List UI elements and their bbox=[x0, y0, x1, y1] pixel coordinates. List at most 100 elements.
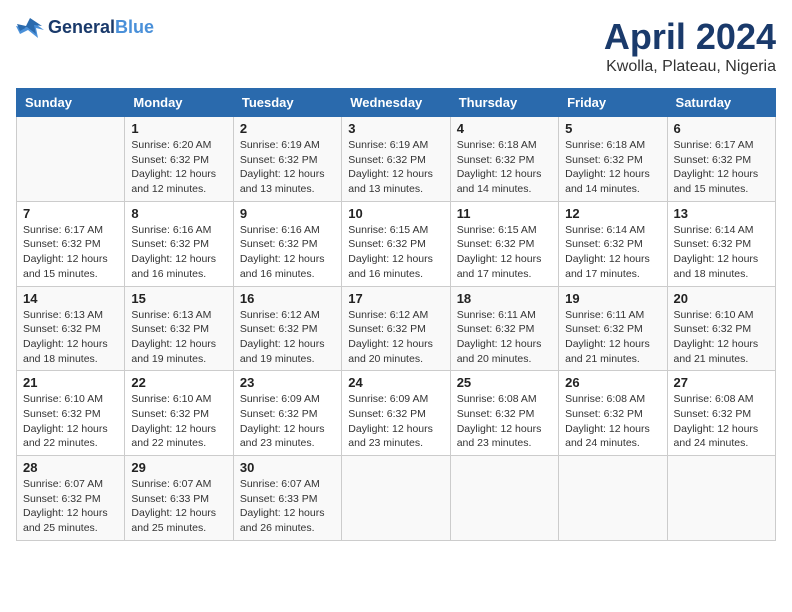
days-of-week-row: SundayMondayTuesdayWednesdayThursdayFrid… bbox=[17, 89, 776, 117]
day-of-week-header: Tuesday bbox=[233, 89, 341, 117]
day-info: Sunrise: 6:08 AM Sunset: 6:32 PM Dayligh… bbox=[565, 392, 660, 451]
day-of-week-header: Monday bbox=[125, 89, 233, 117]
day-number: 12 bbox=[565, 206, 660, 221]
day-number: 26 bbox=[565, 375, 660, 390]
location-title: Kwolla, Plateau, Nigeria bbox=[604, 58, 776, 76]
month-title: April 2024 bbox=[604, 16, 776, 58]
calendar-cell: 17Sunrise: 6:12 AM Sunset: 6:32 PM Dayli… bbox=[342, 286, 450, 371]
calendar-table: SundayMondayTuesdayWednesdayThursdayFrid… bbox=[16, 88, 776, 541]
calendar-cell: 10 Sunrise: 6:15 AM Sunset: 6:32 PM Dayli… bbox=[342, 201, 450, 286]
day-number: 7 bbox=[23, 206, 118, 221]
day-number: 30 bbox=[240, 460, 335, 475]
title-block: April 2024 Kwolla, Plateau, Nigeria bbox=[604, 16, 776, 76]
day-number: 28 bbox=[23, 460, 118, 475]
calendar-cell: 20 Sunrise: 6:10 AM Sunset: 6:32 PM Dayli… bbox=[667, 286, 775, 371]
calendar-cell: 14 Sunrise: 6:13 AM Sunset: 6:32 PM Dayli… bbox=[17, 286, 125, 371]
calendar-week-row: 28 Sunrise: 6:07 AM Sunset: 6:32 PM Dayli… bbox=[17, 456, 776, 541]
day-number: 6 bbox=[674, 121, 769, 136]
day-number: 25 bbox=[457, 375, 552, 390]
day-info: Sunrise: 6:18 AM Sunset: 6:32 PM Dayligh… bbox=[457, 138, 552, 197]
logo: GeneralBlue bbox=[16, 16, 154, 40]
calendar-cell: 28 Sunrise: 6:07 AM Sunset: 6:32 PM Dayli… bbox=[17, 456, 125, 541]
calendar-cell: 30 Sunrise: 6:07 AM Sunset: 6:33 PM Dayli… bbox=[233, 456, 341, 541]
calendar-cell bbox=[559, 456, 667, 541]
day-number: 9 bbox=[240, 206, 335, 221]
day-of-week-header: Saturday bbox=[667, 89, 775, 117]
day-info: Sunrise: 6:13 AM Sunset: 6:32 PM Dayligh… bbox=[23, 308, 118, 367]
calendar-cell: 9 Sunrise: 6:16 AM Sunset: 6:32 PM Daylig… bbox=[233, 201, 341, 286]
calendar-cell: 23 Sunrise: 6:09 AM Sunset: 6:32 PM Dayli… bbox=[233, 371, 341, 456]
day-number: 17 bbox=[348, 291, 443, 306]
day-info: Sunrise: 6:12 AM Sunset: 6:32 PM Dayligh… bbox=[240, 308, 335, 367]
day-number: 4 bbox=[457, 121, 552, 136]
calendar-cell: 2Sunrise: 6:19 AM Sunset: 6:32 PM Daylig… bbox=[233, 117, 341, 202]
day-number: 20 bbox=[674, 291, 769, 306]
day-number: 14 bbox=[23, 291, 118, 306]
day-info: Sunrise: 6:11 AM Sunset: 6:32 PM Dayligh… bbox=[565, 308, 660, 367]
day-number: 22 bbox=[131, 375, 226, 390]
day-of-week-header: Thursday bbox=[450, 89, 558, 117]
day-of-week-header: Friday bbox=[559, 89, 667, 117]
calendar-week-row: 1 Sunrise: 6:20 AM Sunset: 6:32 PM Daylig… bbox=[17, 117, 776, 202]
page-header: GeneralBlue April 2024 Kwolla, Plateau, … bbox=[16, 16, 776, 76]
calendar-cell: 26 Sunrise: 6:08 AM Sunset: 6:32 PM Dayli… bbox=[559, 371, 667, 456]
day-info: Sunrise: 6:09 AM Sunset: 6:32 PM Dayligh… bbox=[240, 392, 335, 451]
day-number: 27 bbox=[674, 375, 769, 390]
calendar-cell: 15Sunrise: 6:13 AM Sunset: 6:32 PM Dayli… bbox=[125, 286, 233, 371]
calendar-cell bbox=[450, 456, 558, 541]
calendar-cell: 19 Sunrise: 6:11 AM Sunset: 6:32 PM Dayli… bbox=[559, 286, 667, 371]
day-info: Sunrise: 6:16 AM Sunset: 6:32 PM Dayligh… bbox=[131, 223, 226, 282]
day-info: Sunrise: 6:17 AM Sunset: 6:32 PM Dayligh… bbox=[23, 223, 118, 282]
day-info: Sunrise: 6:09 AM Sunset: 6:32 PM Dayligh… bbox=[348, 392, 443, 451]
day-info: Sunrise: 6:18 AM Sunset: 6:32 PM Dayligh… bbox=[565, 138, 660, 197]
day-info: Sunrise: 6:19 AM Sunset: 6:32 PM Dayligh… bbox=[240, 138, 335, 197]
logo-text: GeneralBlue bbox=[48, 18, 154, 38]
calendar-cell: 5 Sunrise: 6:18 AM Sunset: 6:32 PM Daylig… bbox=[559, 117, 667, 202]
day-info: Sunrise: 6:10 AM Sunset: 6:32 PM Dayligh… bbox=[131, 392, 226, 451]
day-of-week-header: Sunday bbox=[17, 89, 125, 117]
calendar-cell: 22 Sunrise: 6:10 AM Sunset: 6:32 PM Dayli… bbox=[125, 371, 233, 456]
day-info: Sunrise: 6:13 AM Sunset: 6:32 PM Dayligh… bbox=[131, 308, 226, 367]
day-number: 8 bbox=[131, 206, 226, 221]
day-number: 24 bbox=[348, 375, 443, 390]
calendar-week-row: 7 Sunrise: 6:17 AM Sunset: 6:32 PM Daylig… bbox=[17, 201, 776, 286]
calendar-cell: 24 Sunrise: 6:09 AM Sunset: 6:32 PM Dayli… bbox=[342, 371, 450, 456]
calendar-body: 1 Sunrise: 6:20 AM Sunset: 6:32 PM Daylig… bbox=[17, 117, 776, 541]
calendar-cell: 3Sunrise: 6:19 AM Sunset: 6:32 PM Daylig… bbox=[342, 117, 450, 202]
day-info: Sunrise: 6:15 AM Sunset: 6:32 PM Dayligh… bbox=[457, 223, 552, 282]
calendar-cell: 4 Sunrise: 6:18 AM Sunset: 6:32 PM Daylig… bbox=[450, 117, 558, 202]
day-info: Sunrise: 6:20 AM Sunset: 6:32 PM Dayligh… bbox=[131, 138, 226, 197]
calendar-cell: 7 Sunrise: 6:17 AM Sunset: 6:32 PM Daylig… bbox=[17, 201, 125, 286]
day-info: Sunrise: 6:16 AM Sunset: 6:32 PM Dayligh… bbox=[240, 223, 335, 282]
calendar-cell: 1 Sunrise: 6:20 AM Sunset: 6:32 PM Daylig… bbox=[125, 117, 233, 202]
calendar-cell bbox=[342, 456, 450, 541]
calendar-cell: 11Sunrise: 6:15 AM Sunset: 6:32 PM Dayli… bbox=[450, 201, 558, 286]
day-number: 18 bbox=[457, 291, 552, 306]
calendar-cell: 8 Sunrise: 6:16 AM Sunset: 6:32 PM Daylig… bbox=[125, 201, 233, 286]
calendar-cell: 16 Sunrise: 6:12 AM Sunset: 6:32 PM Dayli… bbox=[233, 286, 341, 371]
logo-icon bbox=[16, 16, 44, 40]
calendar-cell: 25Sunrise: 6:08 AM Sunset: 6:32 PM Dayli… bbox=[450, 371, 558, 456]
day-info: Sunrise: 6:19 AM Sunset: 6:32 PM Dayligh… bbox=[348, 138, 443, 197]
day-number: 10 bbox=[348, 206, 443, 221]
calendar-cell: 12Sunrise: 6:14 AM Sunset: 6:32 PM Dayli… bbox=[559, 201, 667, 286]
day-info: Sunrise: 6:07 AM Sunset: 6:33 PM Dayligh… bbox=[240, 477, 335, 536]
calendar-cell: 18 Sunrise: 6:11 AM Sunset: 6:32 PM Dayli… bbox=[450, 286, 558, 371]
day-info: Sunrise: 6:15 AM Sunset: 6:32 PM Dayligh… bbox=[348, 223, 443, 282]
day-number: 21 bbox=[23, 375, 118, 390]
logo-line1: GeneralBlue bbox=[48, 18, 154, 38]
day-number: 13 bbox=[674, 206, 769, 221]
day-of-week-header: Wednesday bbox=[342, 89, 450, 117]
day-number: 19 bbox=[565, 291, 660, 306]
day-number: 16 bbox=[240, 291, 335, 306]
day-info: Sunrise: 6:17 AM Sunset: 6:32 PM Dayligh… bbox=[674, 138, 769, 197]
day-info: Sunrise: 6:11 AM Sunset: 6:32 PM Dayligh… bbox=[457, 308, 552, 367]
day-info: Sunrise: 6:08 AM Sunset: 6:32 PM Dayligh… bbox=[674, 392, 769, 451]
day-info: Sunrise: 6:10 AM Sunset: 6:32 PM Dayligh… bbox=[674, 308, 769, 367]
calendar-cell: 13Sunrise: 6:14 AM Sunset: 6:32 PM Dayli… bbox=[667, 201, 775, 286]
day-number: 5 bbox=[565, 121, 660, 136]
day-number: 23 bbox=[240, 375, 335, 390]
day-info: Sunrise: 6:07 AM Sunset: 6:32 PM Dayligh… bbox=[23, 477, 118, 536]
day-info: Sunrise: 6:10 AM Sunset: 6:32 PM Dayligh… bbox=[23, 392, 118, 451]
day-number: 1 bbox=[131, 121, 226, 136]
